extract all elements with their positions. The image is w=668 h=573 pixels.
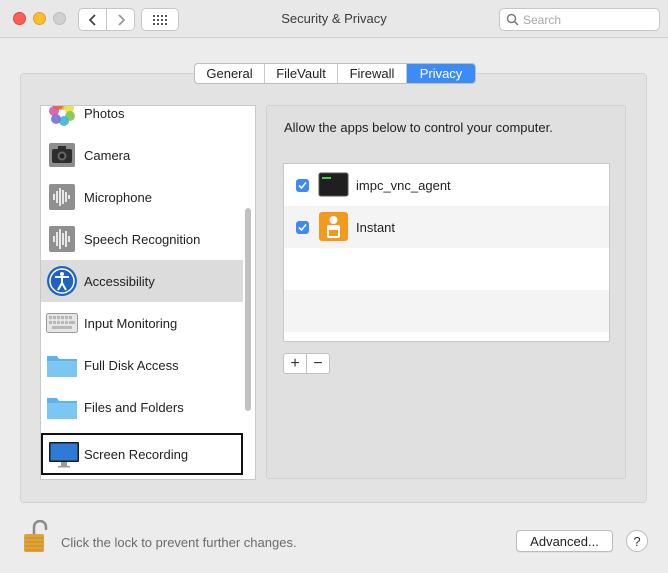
help-button[interactable]: ?	[626, 530, 648, 552]
instant-app-icon	[318, 211, 349, 242]
speech-recognition-icon	[46, 223, 78, 255]
title-bar: Security & Privacy	[0, 0, 668, 38]
sidebar-item-label: Full Disk Access	[84, 357, 179, 373]
lock-message: Click the lock to prevent further change…	[61, 535, 297, 550]
checkmark-icon	[298, 181, 307, 190]
sidebar-item-full-disk-access[interactable]: Full Disk Access	[41, 344, 243, 386]
terminal-icon	[318, 169, 349, 200]
search-icon	[506, 13, 519, 26]
sidebar-item-accessibility[interactable]: Accessibility	[41, 260, 243, 302]
instruction-text: Allow the apps below to control your com…	[284, 120, 553, 135]
sidebar-item-label: Input Monitoring	[84, 315, 178, 331]
app-list[interactable]: impc_vnc_agent Instant	[283, 163, 610, 342]
camera-icon	[46, 139, 78, 171]
app-row-instant[interactable]: Instant	[284, 206, 609, 248]
search-input[interactable]	[523, 12, 643, 27]
tab-filevault[interactable]: FileVault	[265, 64, 338, 83]
sidebar-item-label: Accessibility	[84, 273, 155, 289]
sidebar-item-files-and-folders[interactable]: Files and Folders	[41, 386, 243, 428]
photos-icon	[46, 106, 78, 129]
app-name: Instant	[356, 220, 396, 235]
tab-bar: General FileVault Firewall Privacy	[194, 63, 476, 84]
app-row-impc-vnc-agent[interactable]: impc_vnc_agent	[284, 164, 609, 206]
sidebar-item-label: Screen Recording	[84, 446, 189, 462]
keyboard-icon	[46, 307, 78, 339]
microphone-icon	[46, 181, 78, 213]
empty-row	[284, 248, 609, 290]
add-remove-control: + −	[283, 353, 330, 374]
sidebar-item-screen-recording[interactable]: Screen Recording	[41, 433, 243, 475]
empty-row	[284, 290, 609, 332]
sidebar-item-label: Camera	[84, 147, 131, 163]
sidebar-item-camera[interactable]: Camera	[41, 134, 243, 176]
accessibility-icon	[46, 265, 78, 297]
add-app-button[interactable]: +	[284, 354, 307, 373]
advanced-button[interactable]: Advanced...	[516, 530, 613, 552]
sidebar-item-input-monitoring[interactable]: Input Monitoring	[41, 302, 243, 344]
checkmark-icon	[298, 223, 307, 232]
remove-app-button[interactable]: −	[307, 354, 329, 373]
sidebar-scrollbar[interactable]	[245, 208, 251, 411]
app-checkbox[interactable]	[296, 221, 309, 234]
tab-general[interactable]: General	[195, 64, 265, 83]
privacy-category-list[interactable]: Photos Camera Microphone Speech Recognit…	[40, 105, 256, 480]
search-field[interactable]	[499, 8, 660, 31]
sidebar-item-label: Microphone	[84, 189, 152, 205]
folder-icon	[46, 391, 78, 423]
sidebar-item-label: Files and Folders	[84, 399, 184, 415]
tab-privacy[interactable]: Privacy	[407, 64, 475, 83]
sidebar-item-speech-recognition[interactable]: Speech Recognition	[41, 218, 243, 260]
app-name: impc_vnc_agent	[356, 178, 451, 193]
sidebar-item-photos[interactable]: Photos	[41, 105, 243, 134]
tab-firewall[interactable]: Firewall	[338, 64, 407, 83]
lock-icon[interactable]	[22, 519, 50, 554]
sidebar-item-label: Photos	[84, 105, 125, 121]
sidebar-item-label: Speech Recognition	[84, 231, 201, 247]
app-checkbox[interactable]	[296, 179, 309, 192]
display-icon	[48, 438, 80, 470]
folder-icon	[46, 349, 78, 381]
sidebar-item-microphone[interactable]: Microphone	[41, 176, 243, 218]
